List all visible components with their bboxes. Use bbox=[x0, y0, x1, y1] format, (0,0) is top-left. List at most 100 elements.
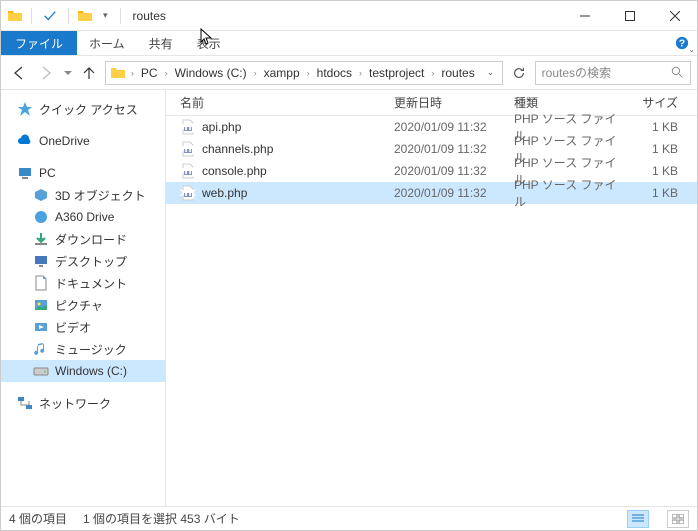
ribbon: ファイル ホーム 共有 表示 ? ⌄ bbox=[1, 31, 697, 56]
file-name: web.php bbox=[202, 186, 247, 200]
folder-icon bbox=[33, 253, 49, 269]
address-dropdown-icon[interactable]: ⌄ bbox=[483, 67, 499, 78]
help-button[interactable]: ? ⌄ bbox=[667, 31, 697, 55]
recent-dropdown[interactable] bbox=[62, 61, 74, 85]
status-item-count: 4 個の項目 bbox=[9, 510, 67, 527]
crumb[interactable]: routes bbox=[437, 66, 478, 80]
tree-label: クイック アクセス bbox=[39, 101, 138, 118]
tree-network[interactable]: ネットワーク bbox=[1, 392, 165, 414]
tree-label: ピクチャ bbox=[55, 297, 103, 314]
tab-home[interactable]: ホーム bbox=[77, 31, 137, 55]
tree-child[interactable]: デスクトップ bbox=[1, 250, 165, 272]
statusbar: 4 個の項目 1 個の項目を選択 453 バイト bbox=[1, 506, 697, 530]
file-name: api.php bbox=[202, 120, 241, 134]
file-size: 1 KB bbox=[626, 142, 686, 156]
tree-label: ミュージック bbox=[55, 341, 127, 358]
chevron-right-icon[interactable]: › bbox=[164, 68, 169, 78]
folder-icon bbox=[110, 65, 126, 81]
tree-label: ネットワーク bbox=[39, 395, 111, 412]
chevron-right-icon[interactable]: › bbox=[430, 68, 435, 78]
col-type[interactable]: 種類 bbox=[506, 94, 626, 111]
php-file-icon: php bbox=[180, 119, 196, 135]
col-date[interactable]: 更新日時 bbox=[386, 94, 506, 111]
tree-label: Windows (C:) bbox=[55, 364, 127, 378]
file-size: 1 KB bbox=[626, 164, 686, 178]
svg-text:php: php bbox=[180, 163, 196, 177]
col-name[interactable]: 名前 bbox=[166, 94, 386, 111]
chevron-right-icon[interactable]: › bbox=[253, 68, 258, 78]
tree-child[interactable]: ドキュメント bbox=[1, 272, 165, 294]
search-placeholder: routesの検索 bbox=[542, 64, 671, 81]
pc-icon bbox=[17, 165, 33, 181]
address-bar[interactable]: › PC › Windows (C:) › xampp › htdocs › t… bbox=[105, 61, 503, 85]
minimize-button[interactable] bbox=[562, 1, 607, 31]
maximize-button[interactable] bbox=[607, 1, 652, 31]
file-name: channels.php bbox=[202, 142, 273, 156]
php-file-icon: php bbox=[180, 163, 196, 179]
crumb[interactable]: Windows (C:) bbox=[171, 66, 251, 80]
tree-label: PC bbox=[39, 166, 56, 180]
tree-child[interactable]: ダウンロード bbox=[1, 228, 165, 250]
tree-label: OneDrive bbox=[39, 134, 90, 148]
tree-child[interactable]: ビデオ bbox=[1, 316, 165, 338]
close-button[interactable] bbox=[652, 1, 697, 31]
chevron-right-icon[interactable]: › bbox=[306, 68, 311, 78]
folder-icon bbox=[33, 363, 49, 379]
folder-icon bbox=[33, 231, 49, 247]
folder-icon bbox=[33, 341, 49, 357]
file-size: 1 KB bbox=[626, 186, 686, 200]
tree-label: A360 Drive bbox=[55, 210, 114, 224]
crumb[interactable]: PC bbox=[137, 66, 162, 80]
tree-child[interactable]: Windows (C:) bbox=[1, 360, 165, 382]
folder-icon bbox=[33, 187, 49, 203]
status-selection: 1 個の項目を選択 453 バイト bbox=[83, 510, 240, 527]
file-type: PHP ソース ファイル bbox=[506, 176, 626, 210]
tab-file[interactable]: ファイル bbox=[1, 31, 77, 55]
search-icon[interactable] bbox=[671, 66, 684, 79]
svg-text:php: php bbox=[180, 119, 196, 133]
crumb[interactable]: htdocs bbox=[313, 66, 356, 80]
network-icon bbox=[17, 395, 33, 411]
qat-dropdown-icon[interactable]: ▾ bbox=[99, 10, 112, 21]
tree-label: ドキュメント bbox=[55, 275, 127, 292]
folder-icon bbox=[33, 275, 49, 291]
chevron-right-icon[interactable]: › bbox=[358, 68, 363, 78]
folder-icon bbox=[33, 297, 49, 313]
folder-icon bbox=[33, 209, 49, 225]
file-row[interactable]: phpweb.php2020/01/09 11:32PHP ソース ファイル1 … bbox=[166, 182, 697, 204]
view-details-button[interactable] bbox=[627, 510, 649, 528]
up-button[interactable] bbox=[78, 61, 101, 85]
chevron-right-icon[interactable]: › bbox=[130, 68, 135, 78]
file-date: 2020/01/09 11:32 bbox=[386, 142, 506, 156]
svg-text:?: ? bbox=[679, 38, 685, 50]
tree-onedrive[interactable]: OneDrive bbox=[1, 130, 165, 152]
tree-child[interactable]: ピクチャ bbox=[1, 294, 165, 316]
nav-tree: クイック アクセス OneDrive PC 3D オブジェクト A360 Driv… bbox=[1, 90, 166, 506]
crumb[interactable]: xampp bbox=[260, 66, 304, 80]
tree-quick-access[interactable]: クイック アクセス bbox=[1, 98, 165, 120]
col-size[interactable]: サイズ bbox=[626, 94, 686, 111]
tab-view[interactable]: 表示 bbox=[185, 31, 233, 55]
window-title: routes bbox=[129, 9, 166, 23]
separator bbox=[120, 8, 121, 24]
tree-child[interactable]: ミュージック bbox=[1, 338, 165, 360]
qat-save-icon[interactable] bbox=[40, 6, 60, 26]
folder-icon bbox=[77, 8, 93, 24]
search-input[interactable]: routesの検索 bbox=[535, 61, 691, 85]
tree-child[interactable]: A360 Drive bbox=[1, 206, 165, 228]
file-date: 2020/01/09 11:32 bbox=[386, 164, 506, 178]
back-button[interactable] bbox=[7, 61, 30, 85]
expand-ribbon-icon[interactable]: ⌄ bbox=[688, 45, 695, 54]
tab-share[interactable]: 共有 bbox=[137, 31, 185, 55]
view-icons-button[interactable] bbox=[667, 510, 689, 528]
folder-icon bbox=[7, 8, 23, 24]
crumb[interactable]: testproject bbox=[365, 66, 428, 80]
star-icon bbox=[17, 101, 33, 117]
refresh-button[interactable] bbox=[507, 66, 530, 80]
cloud-icon bbox=[17, 133, 33, 149]
tree-pc[interactable]: PC bbox=[1, 162, 165, 184]
file-date: 2020/01/09 11:32 bbox=[386, 120, 506, 134]
tree-child[interactable]: 3D オブジェクト bbox=[1, 184, 165, 206]
forward-button[interactable] bbox=[34, 61, 57, 85]
php-file-icon: php bbox=[180, 185, 196, 201]
